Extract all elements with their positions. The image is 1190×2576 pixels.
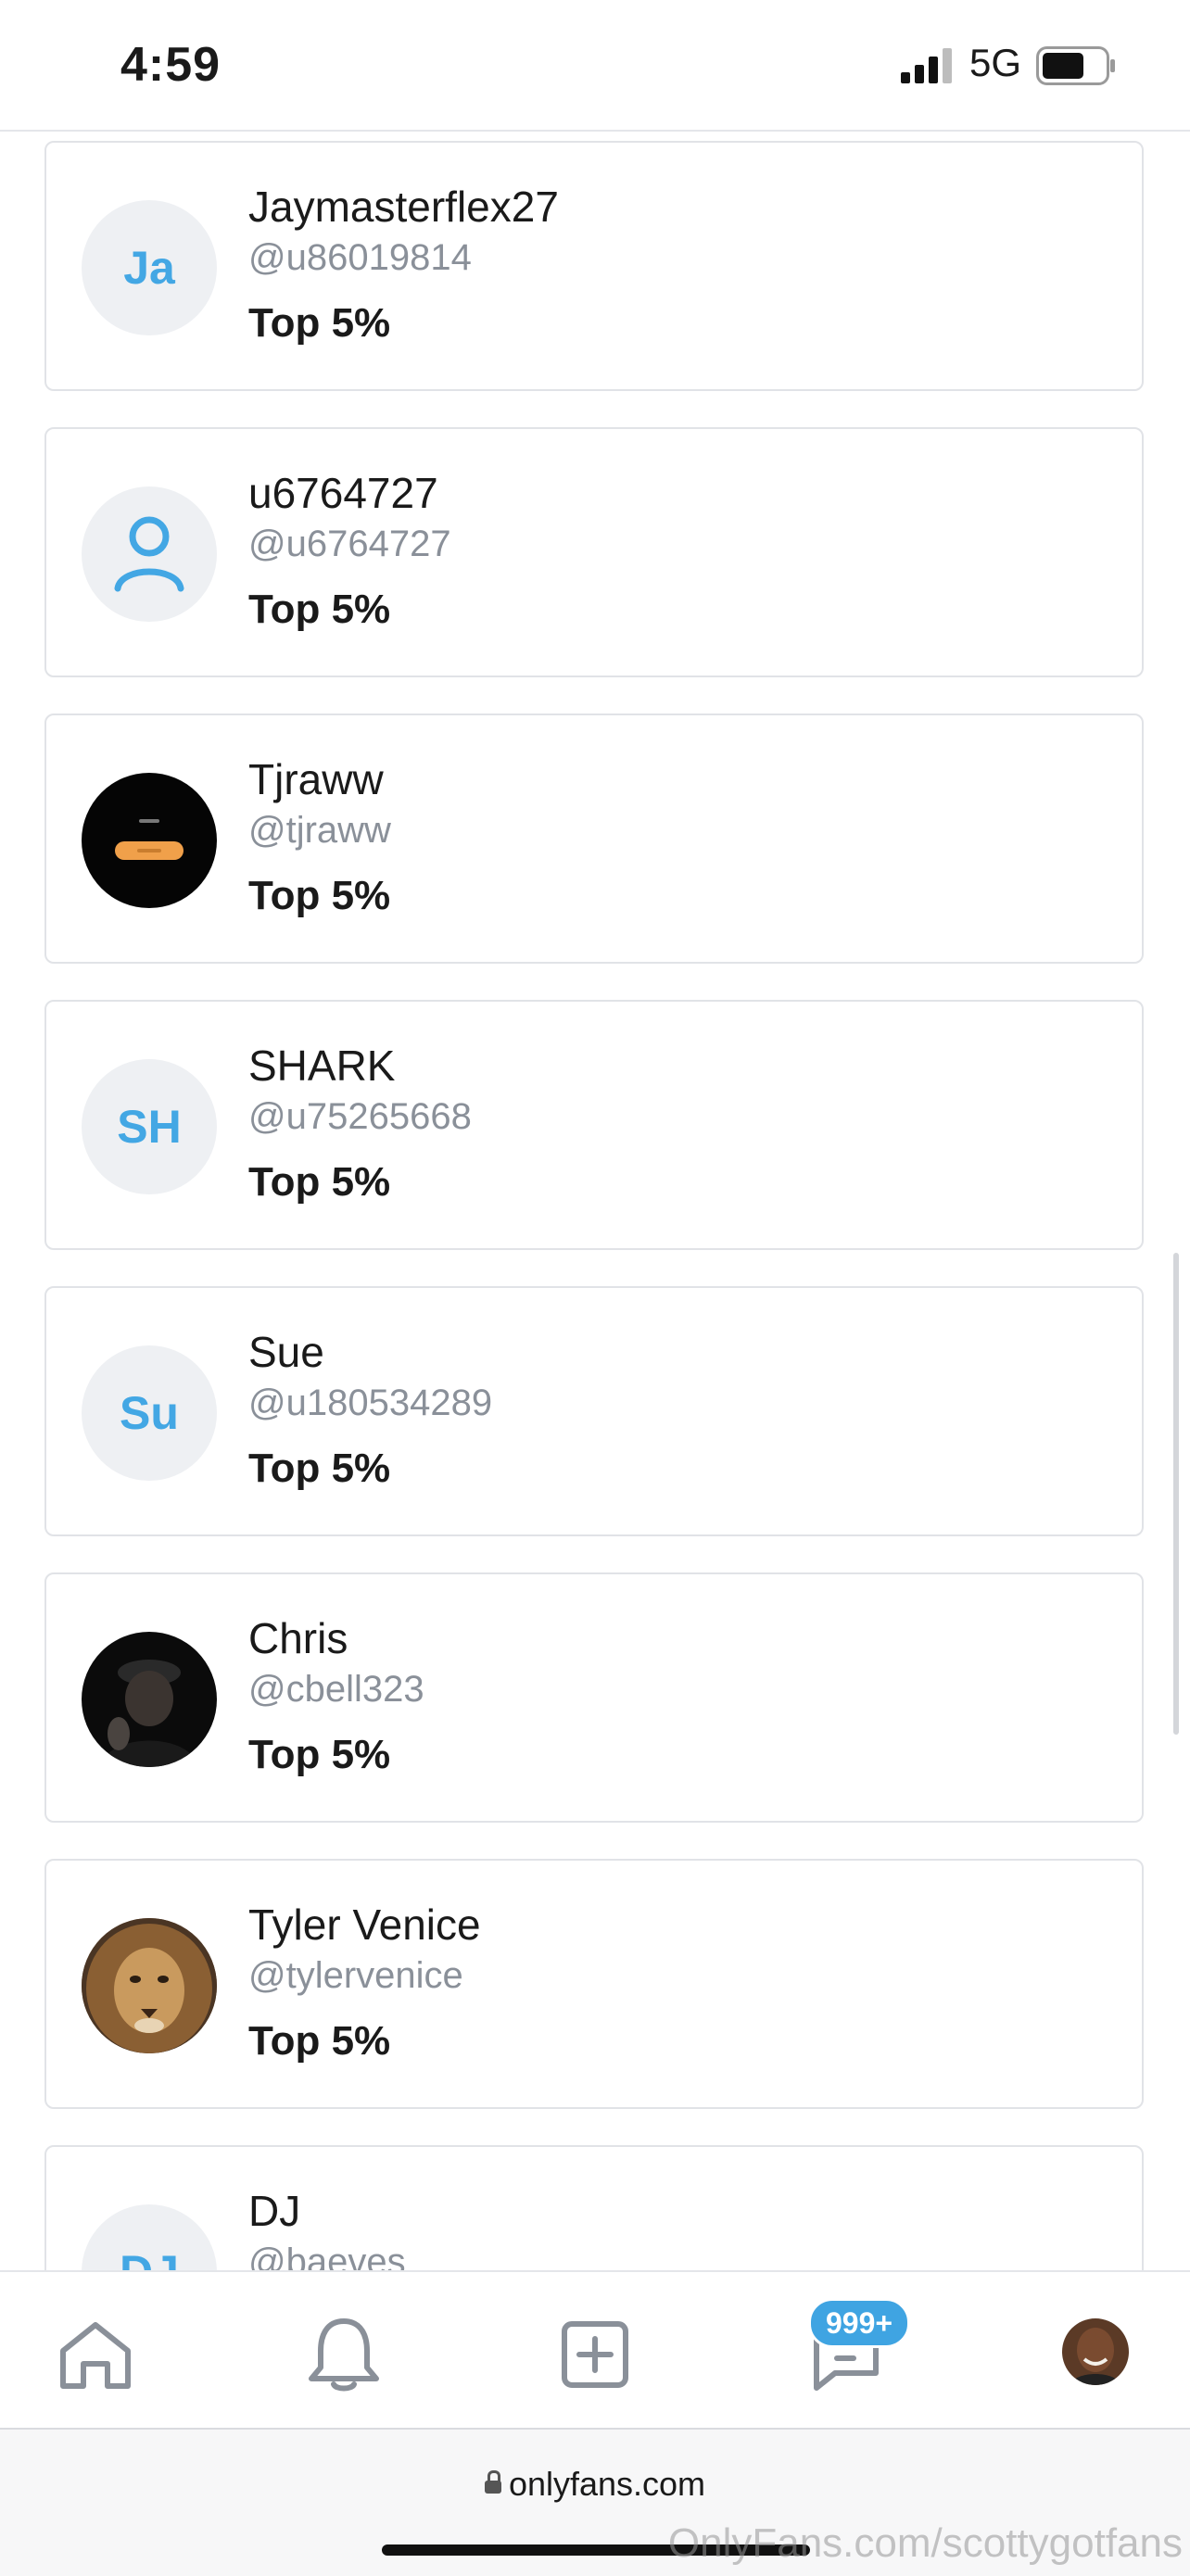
nav-home[interactable]	[54, 2313, 137, 2396]
user-card[interactable]: DJ DJ @baeves	[44, 2145, 1144, 2270]
user-list: Ja Jaymasterflex27 @u86019814 Top 5% u67…	[0, 130, 1190, 2270]
home-icon	[60, 2322, 131, 2389]
user-card[interactable]: Ja Jaymasterflex27 @u86019814 Top 5%	[44, 141, 1144, 391]
user-card[interactable]: u6764727 @u6764727 Top 5%	[44, 427, 1144, 677]
user-handle[interactable]: @u6764727	[248, 524, 451, 565]
user-rank: Top 5%	[248, 1732, 391, 1777]
user-handle[interactable]: @tjraww	[248, 810, 391, 852]
user-name[interactable]: Jaymasterflex27	[248, 182, 559, 232]
watermark: OnlyFans.com/scottygotfans	[667, 2520, 1183, 2566]
url-text: onlyfans.com	[508, 2465, 706, 2503]
status-time: 4:59	[120, 38, 222, 92]
profile-photo-icon	[1062, 2318, 1129, 2385]
user-handle[interactable]: @tylervenice	[248, 1955, 463, 1997]
user-handle[interactable]: @u180534289	[248, 1383, 492, 1424]
user-handle[interactable]: @u86019814	[248, 237, 472, 279]
avatar[interactable]	[82, 1918, 217, 2053]
user-handle[interactable]: @u75265668	[248, 1096, 472, 1138]
person-icon	[114, 516, 184, 592]
avatar-initials: DJ	[120, 2245, 179, 2270]
avatar[interactable]: Ja	[82, 200, 217, 335]
user-card[interactable]: Chris @cbell323 Top 5%	[44, 1572, 1144, 1823]
network-type: 5G	[969, 41, 1022, 84]
user-rank: Top 5%	[248, 587, 391, 632]
avatar[interactable]: SH	[82, 1059, 217, 1194]
bottom-nav: 999+	[0, 2270, 1190, 2430]
scrollbar[interactable]	[1173, 1253, 1179, 1735]
avatar[interactable]: Su	[82, 1345, 217, 1481]
nav-notifications[interactable]	[302, 2313, 386, 2396]
bell-icon	[309, 2318, 379, 2392]
user-card[interactable]: SH SHARK @u75265668 Top 5%	[44, 1000, 1144, 1250]
alarm-photo-icon	[115, 819, 184, 860]
user-rank: Top 5%	[248, 873, 391, 918]
user-card[interactable]: Su Sue @u180534289 Top 5%	[44, 1286, 1144, 1536]
nav-add-post[interactable]	[553, 2313, 637, 2396]
messages-badge: 999+	[808, 2298, 911, 2348]
user-name[interactable]: Tyler Venice	[248, 1900, 481, 1950]
avatar-initials: Su	[120, 1387, 179, 1439]
avatar-initials: Ja	[123, 242, 175, 294]
user-rank: Top 5%	[248, 300, 391, 346]
user-rank: Top 5%	[248, 1159, 391, 1205]
battery-icon	[1036, 46, 1115, 85]
user-card[interactable]: Tyler Venice @tylervenice Top 5%	[44, 1859, 1144, 2109]
browser-address-bar[interactable]: onlyfans.com OnlyFans.com/scottygotfans	[0, 2428, 1190, 2576]
add-post-icon	[562, 2321, 628, 2388]
avatar[interactable]: DJ	[82, 2204, 217, 2270]
status-bar: 4:59 5G	[0, 0, 1190, 132]
avatar[interactable]	[82, 486, 217, 622]
cellular-signal-icon	[901, 48, 952, 83]
user-name[interactable]: DJ	[248, 2186, 300, 2236]
user-name[interactable]: Chris	[248, 1613, 348, 1663]
lock-icon	[484, 2470, 501, 2494]
user-name[interactable]: SHARK	[248, 1041, 395, 1091]
user-name[interactable]: u6764727	[248, 468, 438, 518]
url-display[interactable]: onlyfans.com	[0, 2465, 1190, 2504]
user-name[interactable]: Tjraww	[248, 754, 384, 804]
user-handle[interactable]: @baeves	[248, 2241, 406, 2270]
user-name[interactable]: Sue	[248, 1327, 324, 1377]
user-rank: Top 5%	[248, 1446, 391, 1491]
avatar[interactable]	[82, 773, 217, 908]
profile-avatar[interactable]	[1062, 2318, 1129, 2385]
user-rank: Top 5%	[248, 2018, 391, 2064]
avatar-initials: SH	[117, 1101, 182, 1153]
user-card[interactable]: Tjraww @tjraww Top 5%	[44, 713, 1144, 964]
avatar[interactable]	[82, 1632, 217, 1767]
person-cap-photo-icon	[100, 1660, 198, 1767]
lion-photo-icon	[82, 1918, 217, 2053]
user-handle[interactable]: @cbell323	[248, 1669, 424, 1711]
